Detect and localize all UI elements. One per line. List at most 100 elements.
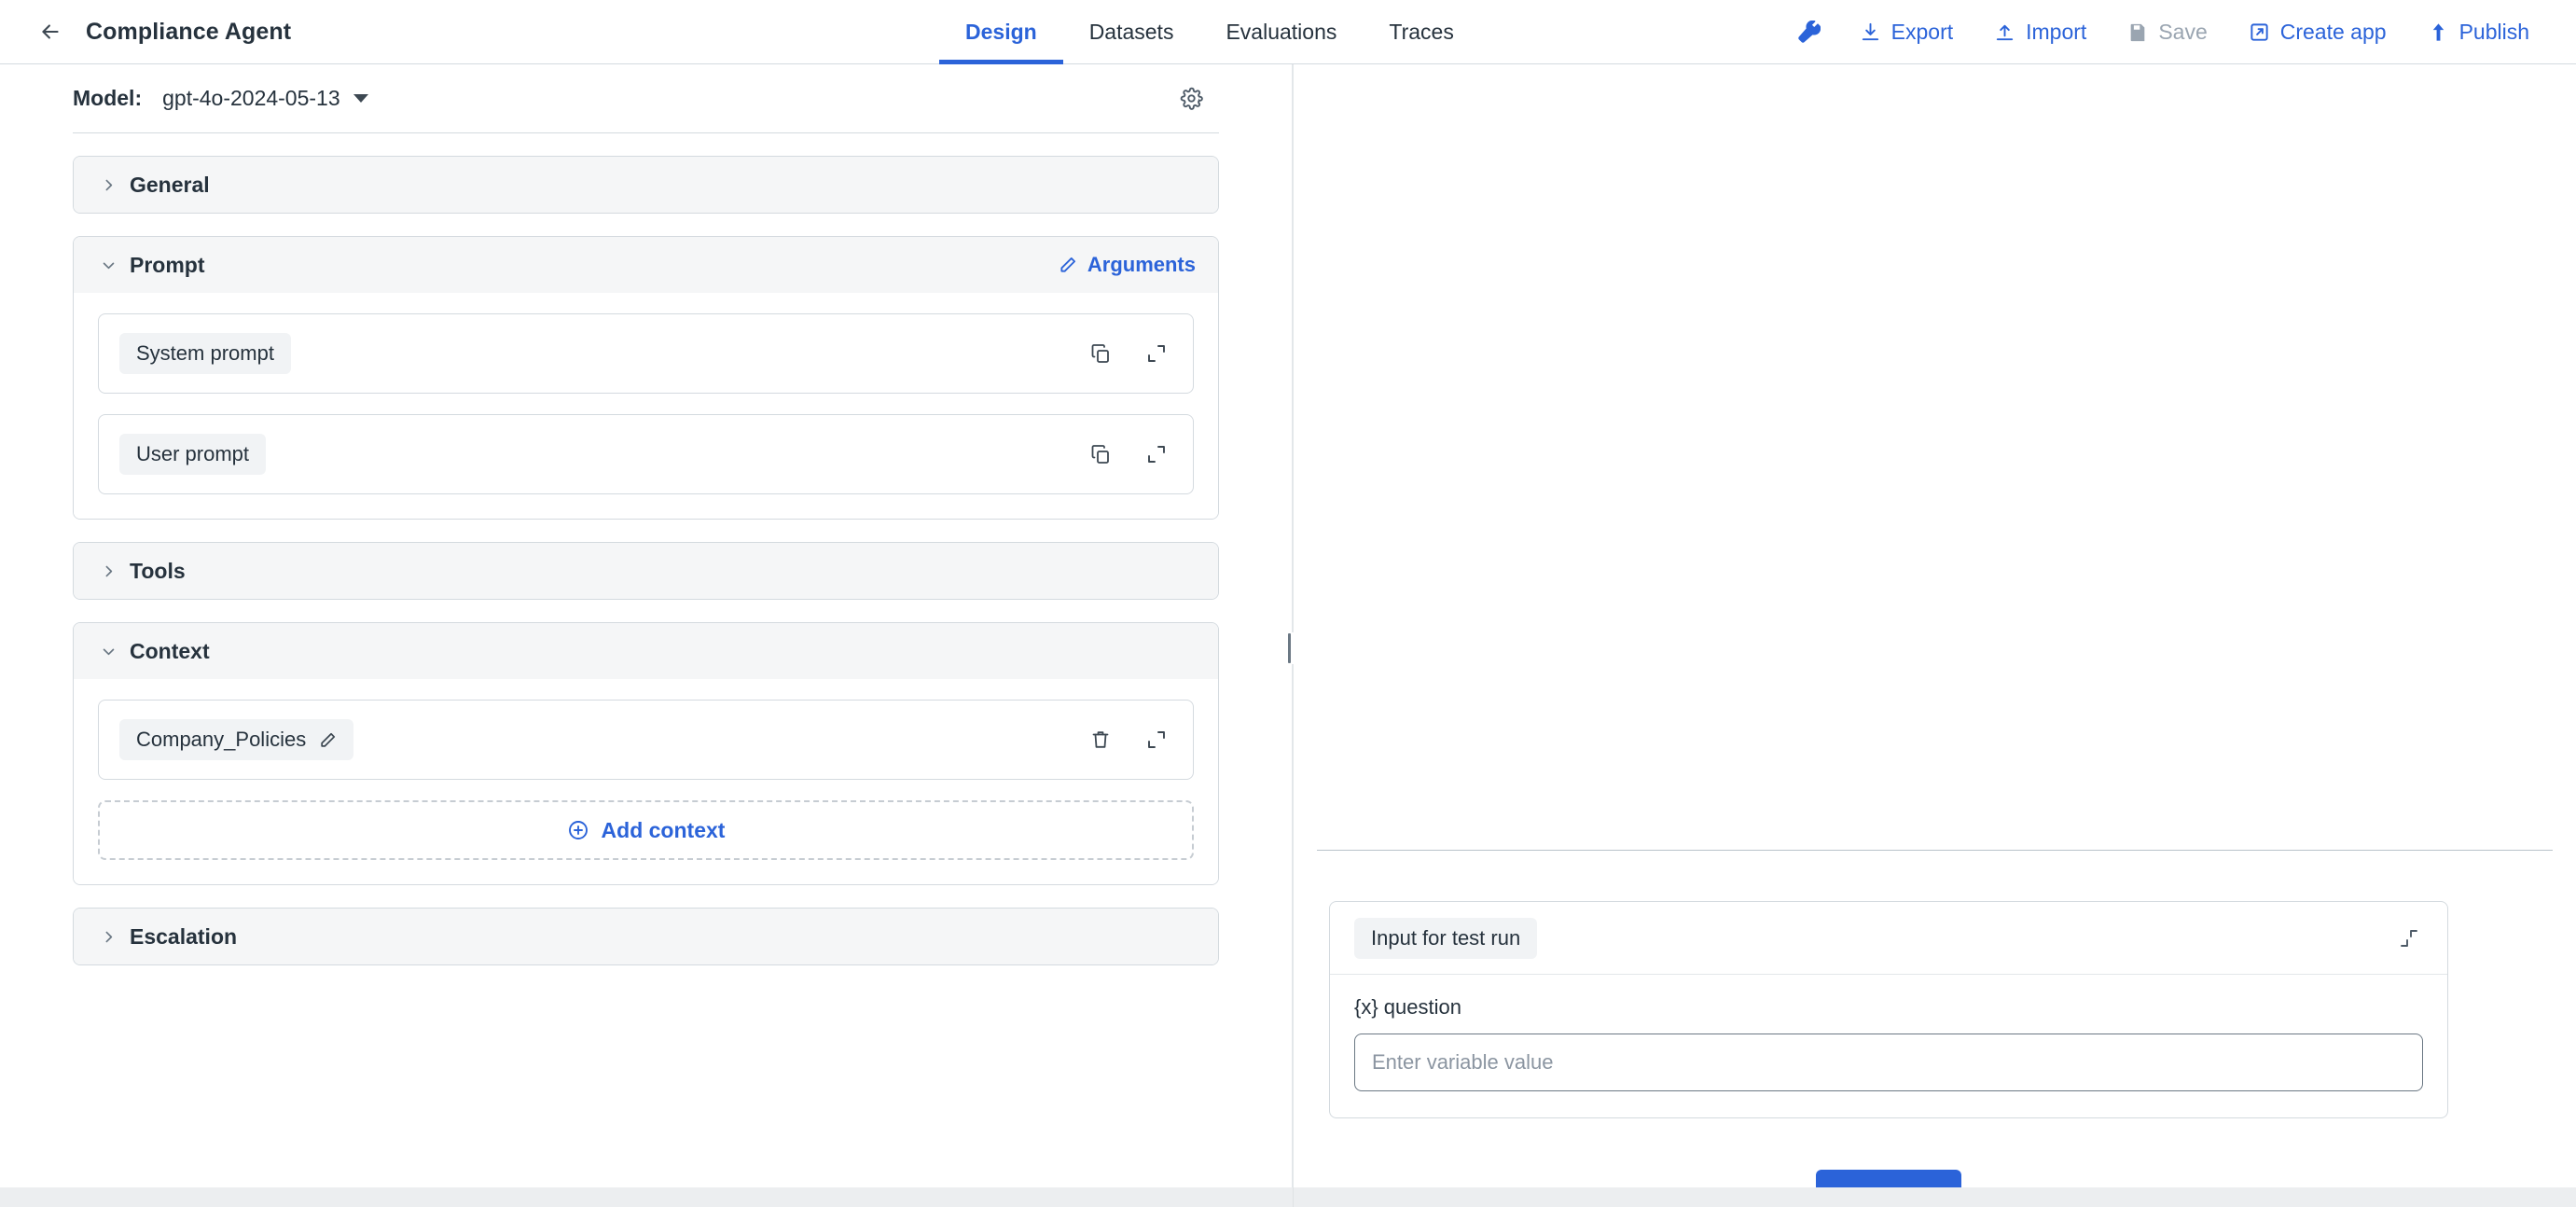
download-icon bbox=[1862, 22, 1878, 41]
system-prompt-chip: System prompt bbox=[119, 333, 291, 374]
system-prompt-actions bbox=[1085, 338, 1172, 369]
chevron-right-icon bbox=[98, 177, 118, 193]
section-general-header[interactable]: General bbox=[74, 157, 1218, 213]
collapse-button[interactable] bbox=[2393, 923, 2425, 954]
save-label: Save bbox=[2158, 20, 2208, 44]
agent-design-page: Compliance Agent Design Datasets Evaluat… bbox=[0, 0, 2576, 1207]
export-button[interactable]: Export bbox=[1839, 0, 1974, 64]
save-icon bbox=[2130, 23, 2145, 41]
window-bottom-strip bbox=[0, 1187, 2576, 1207]
publish-arrow-icon bbox=[2432, 23, 2444, 41]
context-label: Company_Policies bbox=[136, 728, 307, 751]
model-value-text: gpt-4o-2024-05-13 bbox=[162, 86, 340, 110]
section-escalation: Escalation bbox=[73, 908, 1219, 965]
top-bar: Compliance Agent Design Datasets Evaluat… bbox=[0, 0, 2576, 64]
user-prompt-actions bbox=[1085, 438, 1172, 470]
wrench-icon bbox=[1797, 21, 1821, 43]
input-for-test-run-chip: Input for test run bbox=[1354, 917, 1538, 959]
chevron-down-icon bbox=[98, 644, 118, 659]
section-general-title: General bbox=[130, 172, 210, 197]
tab-traces[interactable]: Traces bbox=[1363, 0, 1479, 64]
create-app-label: Create app bbox=[2279, 20, 2387, 44]
design-left-panel: Model: gpt-4o-2024-05-13 General Prompt … bbox=[0, 64, 1292, 1187]
tools-button[interactable] bbox=[1779, 0, 1839, 64]
save-button[interactable]: Save bbox=[2107, 0, 2227, 64]
context-row-actions bbox=[1085, 724, 1172, 756]
system-prompt-row[interactable]: System prompt bbox=[98, 313, 1194, 394]
publish-label: Publish bbox=[2458, 20, 2529, 44]
section-tools: Tools bbox=[73, 542, 1219, 600]
arguments-label: Arguments bbox=[1087, 253, 1196, 276]
section-context-header[interactable]: Context bbox=[74, 623, 1218, 679]
section-general: General bbox=[73, 156, 1219, 214]
export-label: Export bbox=[1890, 20, 1954, 44]
import-button[interactable]: Import bbox=[1974, 0, 2107, 64]
test-run-panel: Input for test run {x} question Run bbox=[1294, 64, 2576, 1207]
expand-button[interactable] bbox=[1141, 438, 1172, 470]
panel-separator bbox=[1317, 850, 2553, 851]
section-prompt: Prompt Arguments System prompt User prom… bbox=[73, 236, 1219, 520]
system-prompt-label: System prompt bbox=[136, 341, 274, 365]
section-prompt-body: System prompt User prompt bbox=[74, 293, 1218, 519]
user-prompt-chip: User prompt bbox=[119, 434, 267, 475]
model-settings-button[interactable] bbox=[1172, 80, 1210, 118]
upload-icon bbox=[1997, 24, 2014, 41]
import-label: Import bbox=[2026, 20, 2087, 44]
expand-button[interactable] bbox=[1141, 338, 1172, 369]
pencil-icon bbox=[321, 732, 336, 747]
section-tools-title: Tools bbox=[130, 558, 186, 583]
section-context-title: Context bbox=[130, 638, 210, 663]
tab-evaluations[interactable]: Evaluations bbox=[1199, 0, 1363, 64]
copy-icon bbox=[1091, 445, 1109, 464]
arrow-left-icon bbox=[42, 24, 59, 39]
expand-icon bbox=[1148, 731, 1165, 748]
publish-button[interactable]: Publish bbox=[2407, 0, 2550, 64]
edit-context-name-button[interactable] bbox=[319, 731, 337, 749]
user-prompt-label: User prompt bbox=[136, 442, 250, 465]
user-prompt-row[interactable]: User prompt bbox=[98, 414, 1194, 494]
model-selector[interactable]: gpt-4o-2024-05-13 bbox=[162, 86, 368, 111]
grip-bar bbox=[1288, 633, 1291, 663]
chevron-down-icon bbox=[353, 94, 368, 103]
question-variable-input[interactable] bbox=[1354, 1034, 2423, 1091]
copy-button[interactable] bbox=[1085, 338, 1116, 369]
expand-button[interactable] bbox=[1141, 724, 1172, 756]
section-escalation-title: Escalation bbox=[130, 923, 238, 949]
chevron-right-icon bbox=[98, 929, 118, 945]
context-row-company-policies[interactable]: Company_Policies bbox=[98, 700, 1194, 780]
collapse-icon bbox=[2401, 929, 2417, 947]
external-link-icon bbox=[2251, 23, 2268, 41]
add-context-button[interactable]: Add context bbox=[98, 800, 1194, 860]
delete-button[interactable] bbox=[1085, 724, 1116, 756]
section-prompt-title: Prompt bbox=[130, 252, 205, 277]
copy-button[interactable] bbox=[1085, 438, 1116, 470]
section-prompt-header[interactable]: Prompt Arguments bbox=[74, 237, 1218, 293]
expand-icon bbox=[1148, 345, 1165, 362]
model-label: Model: bbox=[73, 86, 143, 110]
test-run-input-card: Input for test run {x} question bbox=[1329, 901, 2448, 1118]
arguments-button[interactable]: Arguments bbox=[1059, 253, 1196, 277]
section-context-body: Company_Policies Add context bbox=[74, 679, 1218, 884]
section-tools-header[interactable]: Tools bbox=[74, 543, 1218, 599]
add-context-label: Add context bbox=[601, 817, 726, 842]
tab-datasets[interactable]: Datasets bbox=[1063, 0, 1200, 64]
bottom-seam bbox=[1293, 1187, 1294, 1207]
section-context: Context Company_Policies Add context bbox=[73, 622, 1219, 885]
toolbar-actions: Export Import Save Create app Publish bbox=[1779, 0, 2550, 64]
model-row: Model: gpt-4o-2024-05-13 bbox=[73, 64, 1219, 133]
test-run-input-header: Input for test run bbox=[1330, 902, 2447, 975]
page-title: Compliance Agent bbox=[86, 18, 292, 45]
variable-label: {x} question bbox=[1354, 995, 1461, 1019]
section-escalation-header[interactable]: Escalation bbox=[74, 909, 1218, 964]
copy-icon bbox=[1091, 344, 1109, 363]
config-sections: General Prompt Arguments System prompt U… bbox=[0, 133, 1292, 965]
trash-icon bbox=[1092, 731, 1109, 748]
back-button[interactable] bbox=[32, 13, 69, 50]
context-chip: Company_Policies bbox=[119, 719, 354, 760]
test-run-input-body: {x} question bbox=[1330, 975, 2447, 1117]
tab-design[interactable]: Design bbox=[939, 0, 1063, 64]
plus-circle-icon bbox=[568, 821, 588, 839]
chevron-down-icon bbox=[98, 257, 118, 273]
create-app-button[interactable]: Create app bbox=[2228, 0, 2407, 64]
gear-icon bbox=[1180, 87, 1203, 110]
